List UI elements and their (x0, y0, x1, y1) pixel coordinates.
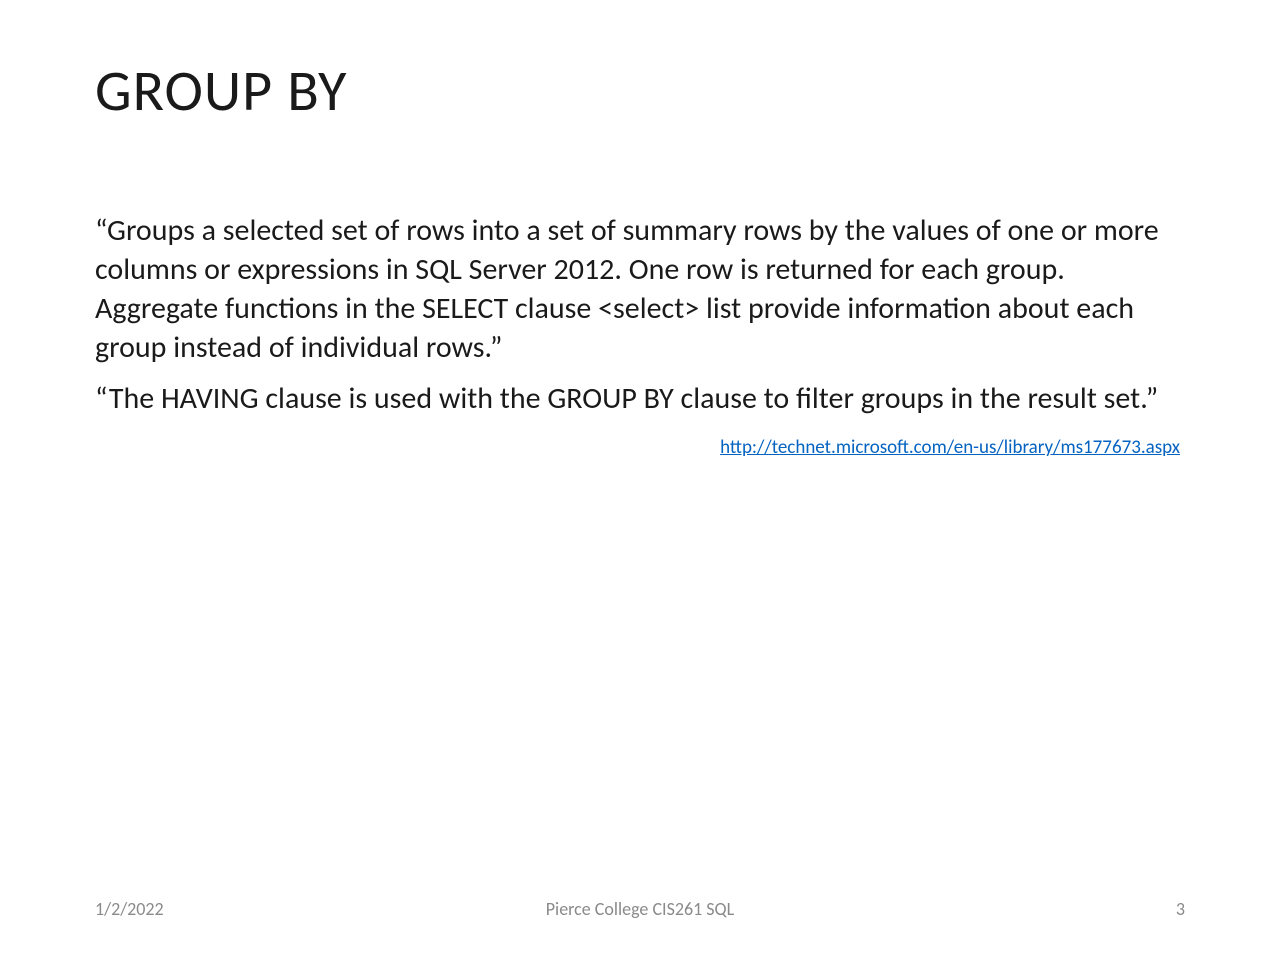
link-row: http://technet.microsoft.com/en-us/libra… (95, 436, 1185, 459)
footer-page-number: 3 (1176, 898, 1185, 920)
paragraph-2: “The HAVING clause is used with the GROU… (95, 379, 1185, 418)
paragraph-1: “Groups a selected set of rows into a se… (95, 211, 1185, 367)
reference-link[interactable]: http://technet.microsoft.com/en-us/libra… (720, 436, 1180, 459)
slide-footer: 1/2/2022 Pierce College CIS261 SQL 3 (95, 898, 1185, 920)
footer-center: Pierce College CIS261 SQL (546, 898, 734, 920)
slide-container: GROUP BY “Groups a selected set of rows … (0, 0, 1280, 960)
footer-date: 1/2/2022 (95, 898, 164, 920)
slide-title: GROUP BY (95, 55, 1185, 126)
